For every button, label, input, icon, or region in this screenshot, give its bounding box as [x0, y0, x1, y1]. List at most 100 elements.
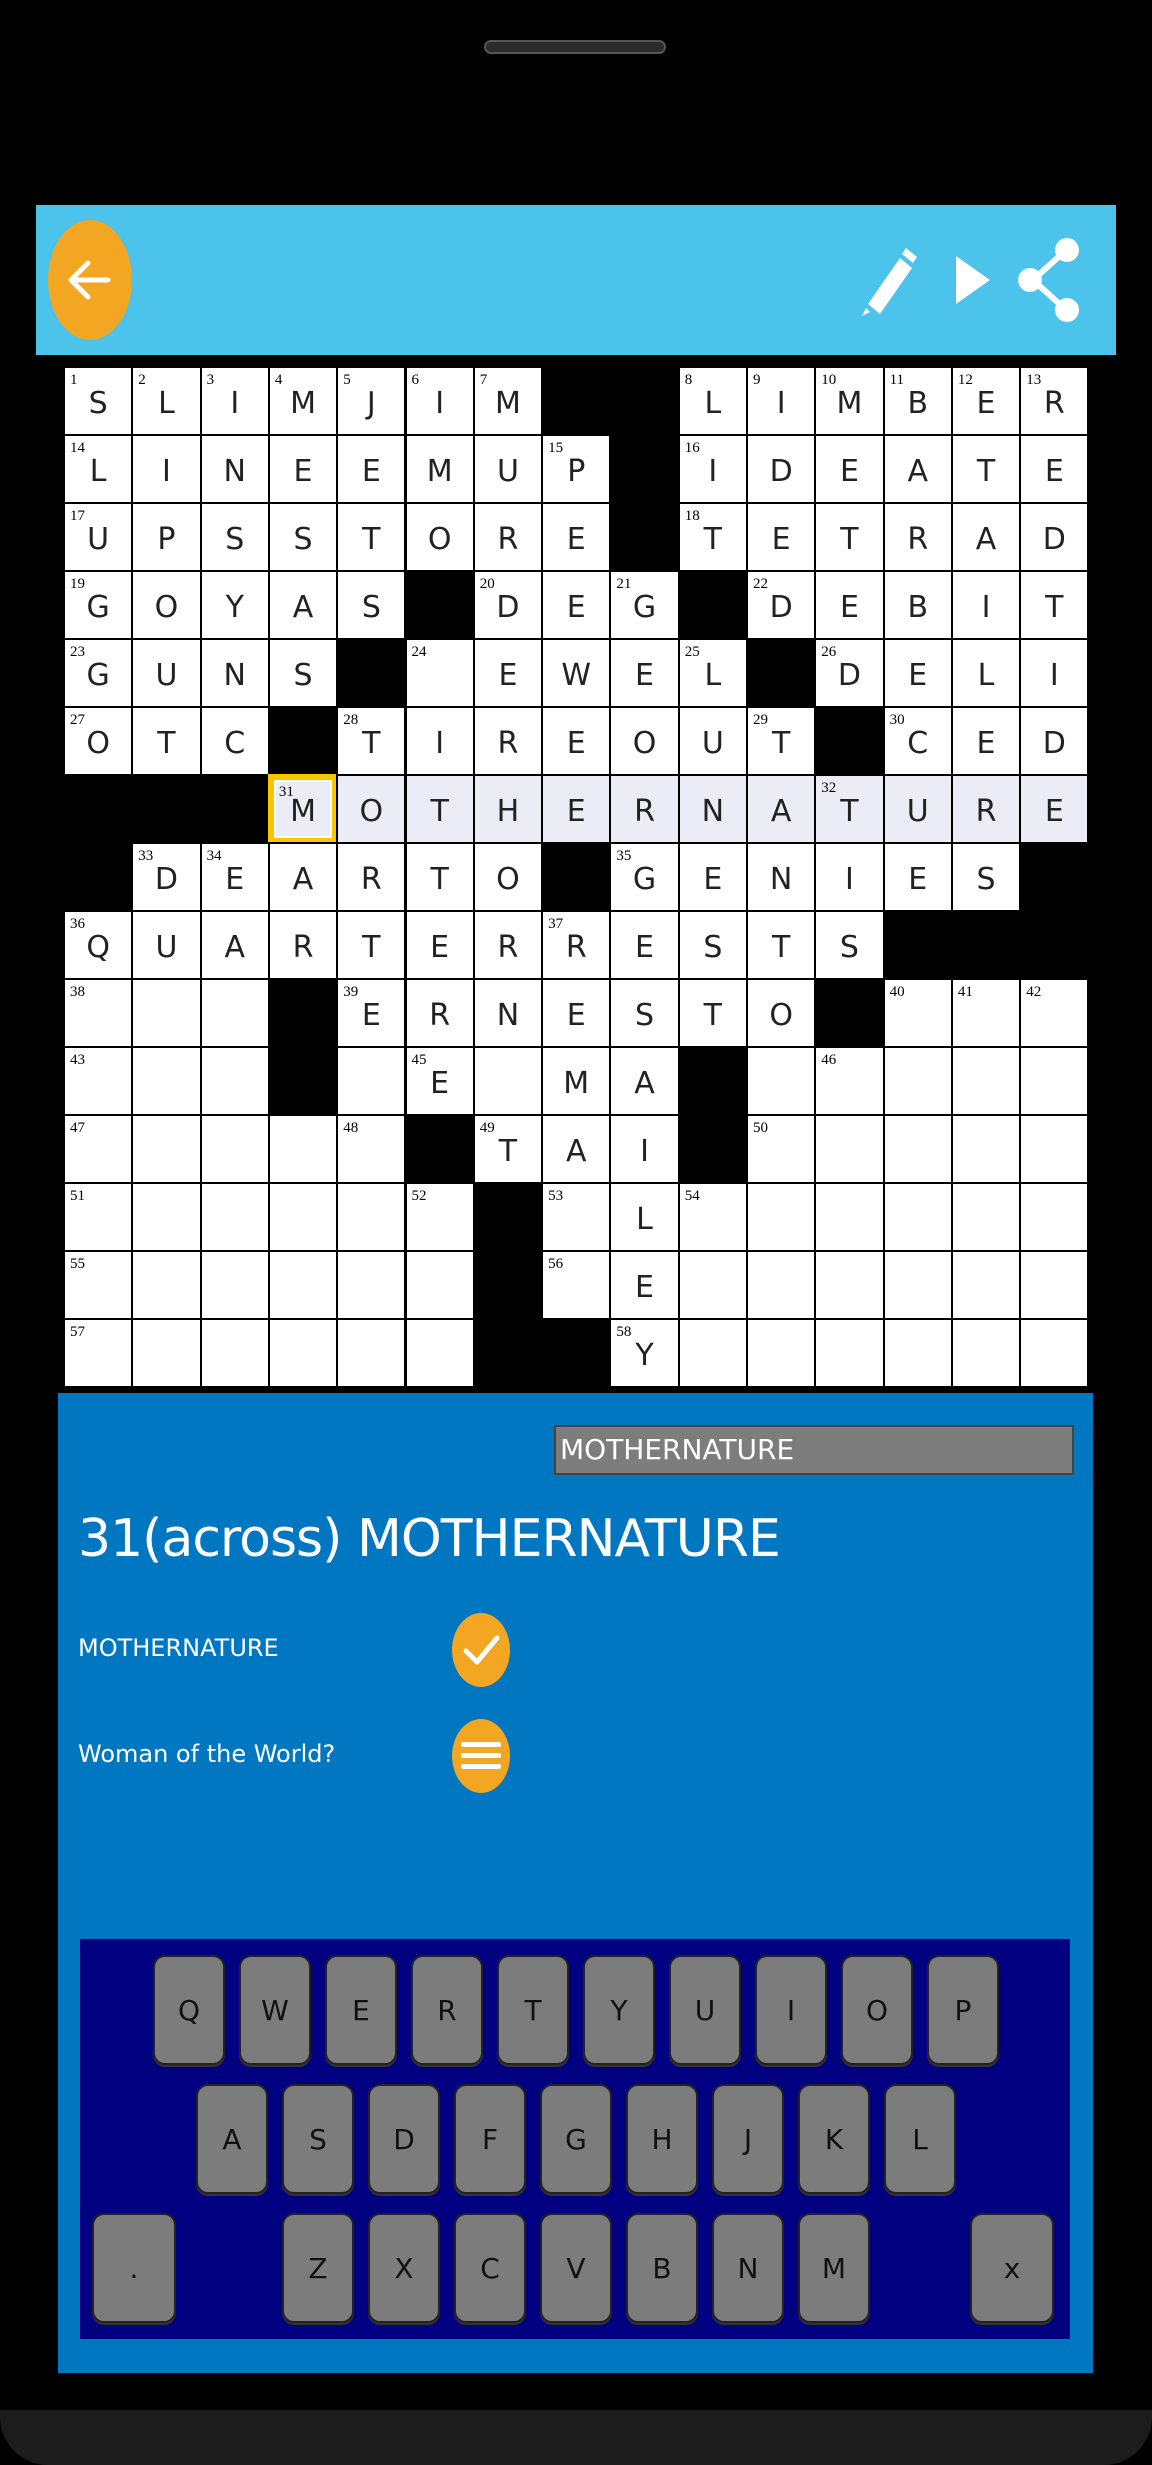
- grid-cell[interactable]: 19 G: [63, 570, 134, 640]
- grid-cell[interactable]: L: [609, 1182, 680, 1252]
- key-f[interactable]: F: [454, 2084, 526, 2194]
- key-y[interactable]: Y: [583, 1955, 655, 2065]
- grid-cell[interactable]: N: [472, 978, 544, 1048]
- grid-cell[interactable]: [131, 1318, 202, 1388]
- grid-cell[interactable]: 18 T: [677, 502, 748, 572]
- grid-cell[interactable]: O: [404, 502, 475, 572]
- grid-cell[interactable]: S: [336, 570, 407, 640]
- key-s[interactable]: S: [282, 2084, 354, 2194]
- grid-cell[interactable]: R: [882, 502, 953, 572]
- grid-cell[interactable]: 29 T: [746, 706, 817, 776]
- grid-cell[interactable]: 42: [1019, 978, 1090, 1048]
- grid-cell[interactable]: R: [404, 978, 475, 1048]
- grid-cell[interactable]: R: [267, 910, 339, 980]
- grid-cell[interactable]: 49 T: [472, 1114, 544, 1184]
- grid-cell[interactable]: [814, 1182, 885, 1252]
- key-u[interactable]: U: [669, 1955, 741, 2065]
- grid-cell[interactable]: [746, 1046, 817, 1116]
- grid-cell[interactable]: E: [677, 842, 748, 912]
- grid-cell[interactable]: 11 B: [882, 366, 953, 436]
- grid-cell[interactable]: E: [541, 502, 612, 572]
- grid-cell[interactable]: 6I: [404, 366, 475, 436]
- grid-cell[interactable]: [1019, 1182, 1090, 1252]
- grid-cell[interactable]: 46: [814, 1046, 885, 1116]
- grid-cell[interactable]: [267, 1250, 339, 1320]
- grid-cell[interactable]: B: [882, 570, 953, 640]
- grid-cell[interactable]: Y: [199, 570, 270, 640]
- grid-cell[interactable]: A: [199, 910, 270, 980]
- grid-cell[interactable]: 3I: [199, 366, 270, 436]
- grid-cell[interactable]: E: [814, 570, 885, 640]
- grid-cell[interactable]: 24: [404, 638, 475, 708]
- edit-button[interactable]: [846, 240, 926, 320]
- grid-cell[interactable]: 56: [541, 1250, 612, 1320]
- grid-cell[interactable]: 22 D: [746, 570, 817, 640]
- key-r[interactable]: R: [411, 1955, 483, 2065]
- grid-cell[interactable]: [882, 1046, 953, 1116]
- grid-cell[interactable]: 27 O: [63, 706, 134, 776]
- grid-cell[interactable]: [746, 1182, 817, 1252]
- grid-cell[interactable]: I: [950, 570, 1022, 640]
- grid-cell[interactable]: E: [336, 434, 407, 504]
- grid-cell[interactable]: [1019, 1046, 1090, 1116]
- grid-cell[interactable]: A: [267, 570, 339, 640]
- grid-cell[interactable]: E: [814, 434, 885, 504]
- grid-cell[interactable]: [267, 1114, 339, 1184]
- grid-cell[interactable]: [199, 1318, 270, 1388]
- grid-cell[interactable]: R: [472, 910, 544, 980]
- grid-cell[interactable]: [336, 1318, 407, 1388]
- grid-cell[interactable]: U: [131, 638, 202, 708]
- grid-cell[interactable]: E: [404, 910, 475, 980]
- grid-cell[interactable]: 28 T: [336, 706, 407, 776]
- grid-cell[interactable]: [336, 1046, 407, 1116]
- key-h[interactable]: H: [626, 2084, 698, 2194]
- key-j[interactable]: J: [712, 2084, 784, 2194]
- grid-cell[interactable]: 51: [63, 1182, 134, 1252]
- grid-cell[interactable]: [267, 1318, 339, 1388]
- grid-cell[interactable]: T: [336, 502, 407, 572]
- grid-cell[interactable]: P: [131, 502, 202, 572]
- grid-cell[interactable]: [814, 1318, 885, 1388]
- grid-cell[interactable]: 35 G: [609, 842, 680, 912]
- grid-cell[interactable]: E: [541, 978, 612, 1048]
- grid-cell[interactable]: 16 I: [677, 434, 748, 504]
- grid-cell[interactable]: R: [609, 774, 680, 844]
- grid-cell[interactable]: T: [336, 910, 407, 980]
- grid-cell[interactable]: O: [336, 774, 407, 844]
- grid-cell[interactable]: [131, 1046, 202, 1116]
- key-n[interactable]: N: [712, 2213, 784, 2323]
- grid-cell[interactable]: E: [746, 502, 817, 572]
- grid-cell[interactable]: 55: [63, 1250, 134, 1320]
- key-i[interactable]: I: [755, 1955, 827, 2065]
- grid-cell[interactable]: R: [472, 502, 544, 572]
- grid-cell[interactable]: [677, 1318, 748, 1388]
- grid-cell[interactable]: 45 E: [404, 1046, 475, 1116]
- grid-cell[interactable]: R: [950, 774, 1022, 844]
- grid-cell[interactable]: [472, 1046, 544, 1116]
- key-period[interactable]: .: [92, 2213, 176, 2323]
- grid-cell[interactable]: E: [609, 1250, 680, 1320]
- grid-cell[interactable]: A: [882, 434, 953, 504]
- key-k[interactable]: K: [798, 2084, 870, 2194]
- grid-cell[interactable]: [131, 978, 202, 1048]
- grid-cell[interactable]: 21 G: [609, 570, 680, 640]
- grid-cell[interactable]: 50: [746, 1114, 817, 1184]
- grid-cell[interactable]: 12 E: [950, 366, 1022, 436]
- grid-cell[interactable]: 48: [336, 1114, 407, 1184]
- grid-cell[interactable]: A: [950, 502, 1022, 572]
- grid-cell[interactable]: D: [1019, 502, 1090, 572]
- key-g[interactable]: G: [540, 2084, 612, 2194]
- grid-cell[interactable]: T: [131, 706, 202, 776]
- grid-cell[interactable]: S: [677, 910, 748, 980]
- grid-cell[interactable]: A: [267, 842, 339, 912]
- grid-cell[interactable]: E: [541, 570, 612, 640]
- grid-cell[interactable]: [267, 1182, 339, 1252]
- grid-cell[interactable]: U: [472, 434, 544, 504]
- grid-cell[interactable]: 26 D: [814, 638, 885, 708]
- grid-cell[interactable]: E: [541, 774, 612, 844]
- grid-cell[interactable]: [404, 1318, 475, 1388]
- grid-cell[interactable]: [814, 1250, 885, 1320]
- grid-cell[interactable]: 14 L: [63, 434, 134, 504]
- grid-cell[interactable]: E: [267, 434, 339, 504]
- grid-cell[interactable]: 25 L: [677, 638, 748, 708]
